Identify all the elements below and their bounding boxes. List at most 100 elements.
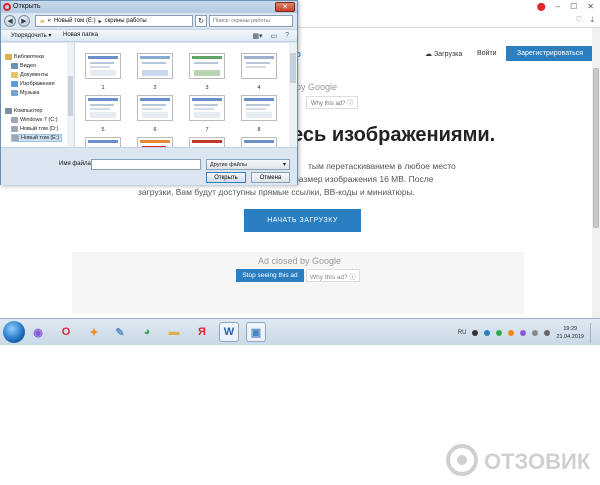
sidebar-item-music[interactable]: Музыка [11,89,39,97]
sidebar-item-images[interactable]: Изображения [11,80,55,88]
sidebar-item-drive-d[interactable]: Новый том (D:) [11,125,59,133]
image-viewer-icon[interactable]: ▣ [246,322,266,342]
close-button[interactable]: ✕ [587,2,594,11]
cancel-button[interactable]: Отмена [251,172,290,183]
sidebar-item-label: Видео [20,63,37,69]
tray-icon[interactable] [472,329,479,336]
browser-toolbar-icons: ♡ ⤓ [575,15,594,25]
sidebar-item-drive-c[interactable]: Windows 7 (C:) [11,116,58,124]
file-thumbnail[interactable] [241,95,277,121]
new-folder-button[interactable]: Новая папка [63,32,98,38]
dialog-titlebar[interactable]: Открыть ✕ [1,1,297,13]
chrome-icon[interactable]: ◕ [137,322,157,342]
clock[interactable]: 19:29 21.04.2019 [556,325,584,341]
scrollbar-thumb[interactable] [290,53,296,83]
file-thumbnail[interactable] [137,53,173,79]
paint-icon[interactable]: ✎ [110,322,130,342]
login-link[interactable]: Войти [477,50,497,57]
downloads-icon[interactable]: ⤓ [590,15,594,25]
network-icon[interactable] [532,329,539,336]
browser-address-bar: ♡ ⤓ [290,12,600,28]
language-indicator[interactable]: RU [458,330,467,336]
tray-icon[interactable] [496,329,503,336]
avast-icon[interactable]: ✦ [84,322,104,342]
alice-icon[interactable]: ◉ [28,322,48,342]
file-thumbnail[interactable] [241,137,277,147]
opera-icon[interactable]: O [56,322,76,342]
yandex-icon[interactable]: Я [192,322,212,342]
opera-icon [3,3,11,11]
file-thumbnail[interactable] [85,137,121,147]
sidebar-item-computer[interactable]: Компьютер [5,107,42,115]
file-list: 1 2 3 4 5 6 7 8 [75,43,289,147]
file-name: 7 [205,127,209,133]
file-thumbnail[interactable] [137,137,173,147]
chevron-right-icon: ▸ [98,18,102,25]
tray-icon[interactable] [520,329,527,336]
start-button[interactable] [3,321,25,343]
tray-icon[interactable] [508,329,515,336]
ad-closed-band: Ad closed by Google Stop seeing this ad … [72,252,524,314]
organize-button[interactable]: Упорядочить ▾ [11,32,51,39]
file-name: 8 [257,127,261,133]
sidebar-scrollbar[interactable] [67,43,74,147]
tray-icon[interactable] [484,329,491,336]
file-thumbnail[interactable] [241,53,277,79]
stop-seeing-ad-button[interactable]: Stop seeing this ad [236,269,304,282]
filetype-select[interactable]: Другие файлы ▾ [206,159,290,170]
volume-icon[interactable] [544,329,551,336]
why-this-ad-button[interactable]: Why this ad? ⓘ [306,96,358,109]
sidebar-item-libraries[interactable]: Библиотеки [5,53,44,61]
forward-button[interactable]: ▶ [18,15,30,27]
word-icon[interactable]: W [219,322,239,342]
file-list-scrollbar[interactable] [289,43,297,147]
breadcrumb-separator: « [47,18,51,24]
dialog-search-input[interactable] [209,15,293,27]
heart-icon[interactable]: ♡ [575,15,582,25]
scrollbar-thumb[interactable] [593,68,599,228]
back-button[interactable]: ◀ [4,15,16,27]
file-thumbnail[interactable] [137,95,173,121]
minimize-button[interactable]: – [556,2,560,11]
register-button[interactable]: Зарегистрироваться [506,46,594,61]
show-desktop-button[interactable] [590,322,596,343]
scrollbar-thumb[interactable] [68,76,73,116]
sidebar-item-drive-e[interactable]: Новый том (E:) [11,134,63,142]
filename-input[interactable] [91,159,201,170]
page-scrollbar[interactable] [592,28,600,318]
system-tray: RU 19:29 21.04.2019 [458,322,596,343]
sidebar-item-video[interactable]: Видео [11,62,36,70]
dialog-title: Открыть [13,3,41,10]
file-name: 4 [257,85,261,91]
opera-menu-icon[interactable]: ⬤ [537,2,546,11]
start-upload-button[interactable]: НАЧАТЬ ЗАГРУЗКУ [244,209,361,232]
breadcrumb-item[interactable]: Новый том (E:) [54,18,96,24]
upload-nav-link[interactable]: ☁ Загрузка [425,50,462,58]
breadcrumb-item[interactable]: скрины работы [105,18,147,24]
maximize-button[interactable]: ☐ [570,2,577,11]
refresh-button[interactable]: ↻ [195,15,207,27]
file-thumbnail[interactable] [189,95,225,121]
preview-pane-icon[interactable]: ▭ [270,32,277,40]
view-mode-icon[interactable]: ▦▾ [252,32,262,40]
watermark-text: ОТЗОВИК [484,449,591,474]
upload-nav-label: Загрузка [433,51,463,58]
page-headline: есь изображениями. [292,124,496,146]
ad-closed-label: by Google [296,82,338,92]
dialog-navigation: ◀ ▶ ▰ « Новый том (E:) ▸ скрины работы ↻ [1,13,297,29]
file-thumbnail[interactable] [189,137,225,147]
breadcrumb[interactable]: ▰ « Новый том (E:) ▸ скрины работы [35,15,193,27]
help-icon[interactable]: ? [285,32,289,40]
open-button[interactable]: Открыть [206,172,246,183]
file-thumbnail[interactable] [85,95,121,121]
documents-icon [11,72,18,78]
dialog-close-button[interactable]: ✕ [275,2,295,12]
description-line: размер изображения 16 MB. После [294,174,434,184]
why-this-ad-button[interactable]: Why this ad? ⓘ [306,269,360,282]
filetype-value: Другие файлы [210,161,247,168]
file-thumbnail[interactable] [85,53,121,79]
desktop-screen: ⬤ – ☐ ✕ ♡ ⤓ bb ☁ Загрузка Войти Зарегист… [0,0,600,345]
file-thumbnail[interactable] [189,53,225,79]
folder-icon[interactable]: ▬ [164,322,184,342]
sidebar-item-documents[interactable]: Документы [11,71,48,79]
